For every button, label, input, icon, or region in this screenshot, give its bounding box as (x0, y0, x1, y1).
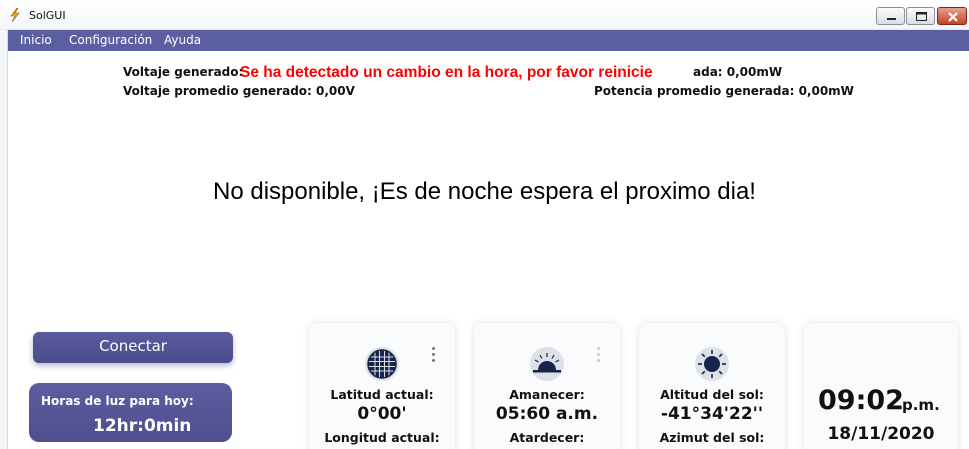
sun-azimuth-label: Azimut del sol: (659, 430, 765, 445)
avg-power: Potencia promedio generada: 0,00mW (594, 84, 854, 98)
voltage-label: Voltaje generado: (123, 65, 244, 79)
location-menu-button[interactable] (430, 347, 436, 367)
maximize-icon (916, 12, 927, 21)
daylight-hours-card: Horas de luz para hoy: 12hr:0min (29, 383, 232, 442)
minimize-button[interactable] (876, 7, 905, 25)
menu-item-configuracion[interactable]: Configuración (69, 33, 152, 47)
power-value: ada: 0,00mW (693, 65, 783, 79)
minimize-icon (887, 18, 896, 20)
close-icon (948, 12, 958, 22)
time-change-warning: Se ha detectado un cambio en la hora, po… (240, 64, 653, 81)
sun-times-card: Amanecer: 05:60 a.m. Atardecer: (474, 323, 620, 449)
night-message: No disponible, ¡Es de noche espera el pr… (213, 178, 756, 205)
sun-altitude-label: Altitud del sol: (660, 387, 764, 402)
clock-card: 09:02 p.m. 18/11/2020 (804, 323, 958, 449)
title-bar: SolGUI (0, 0, 969, 30)
maximize-button[interactable] (906, 7, 935, 25)
window-frame-left (0, 30, 8, 449)
longitude-label: Longitud actual: (324, 430, 440, 445)
menu-item-ayuda[interactable]: Ayuda (164, 33, 201, 47)
location-card: Latitud actual: 0°00' Longitud actual: (309, 323, 455, 449)
sunset-label: Atardecer: (509, 430, 585, 445)
connect-button[interactable]: Conectar (33, 332, 233, 363)
sun-times-menu-button[interactable] (595, 347, 601, 367)
sun-altitude-value: -41°34'22'' (660, 404, 764, 424)
clock-ampm: p.m. (902, 396, 940, 414)
window-title: SolGUI (29, 9, 66, 22)
lightning-icon (10, 8, 20, 22)
clock-time: 09:02 (818, 385, 904, 416)
latitude-label: Latitud actual: (330, 387, 434, 402)
globe-grid-icon (365, 347, 399, 381)
avg-voltage: Voltaje promedio generado: 0,00V (123, 84, 355, 98)
sunrise-icon (530, 347, 564, 381)
latitude-value: 0°00' (357, 404, 407, 424)
sun-icon (695, 347, 729, 381)
daylight-hours-label: Horas de luz para hoy: (41, 394, 194, 408)
daylight-hours-value: 12hr:0min (93, 416, 192, 436)
menu-bar: Inicio Configuración Ayuda (8, 30, 969, 51)
menu-item-inicio[interactable]: Inicio (20, 33, 52, 47)
sunrise-value: 05:60 a.m. (495, 404, 599, 424)
sunrise-label: Amanecer: (509, 387, 585, 402)
clock-date: 18/11/2020 (827, 424, 935, 444)
sun-position-card: Altitud del sol: -41°34'22'' Azimut del … (639, 323, 785, 449)
close-button[interactable] (937, 7, 967, 25)
